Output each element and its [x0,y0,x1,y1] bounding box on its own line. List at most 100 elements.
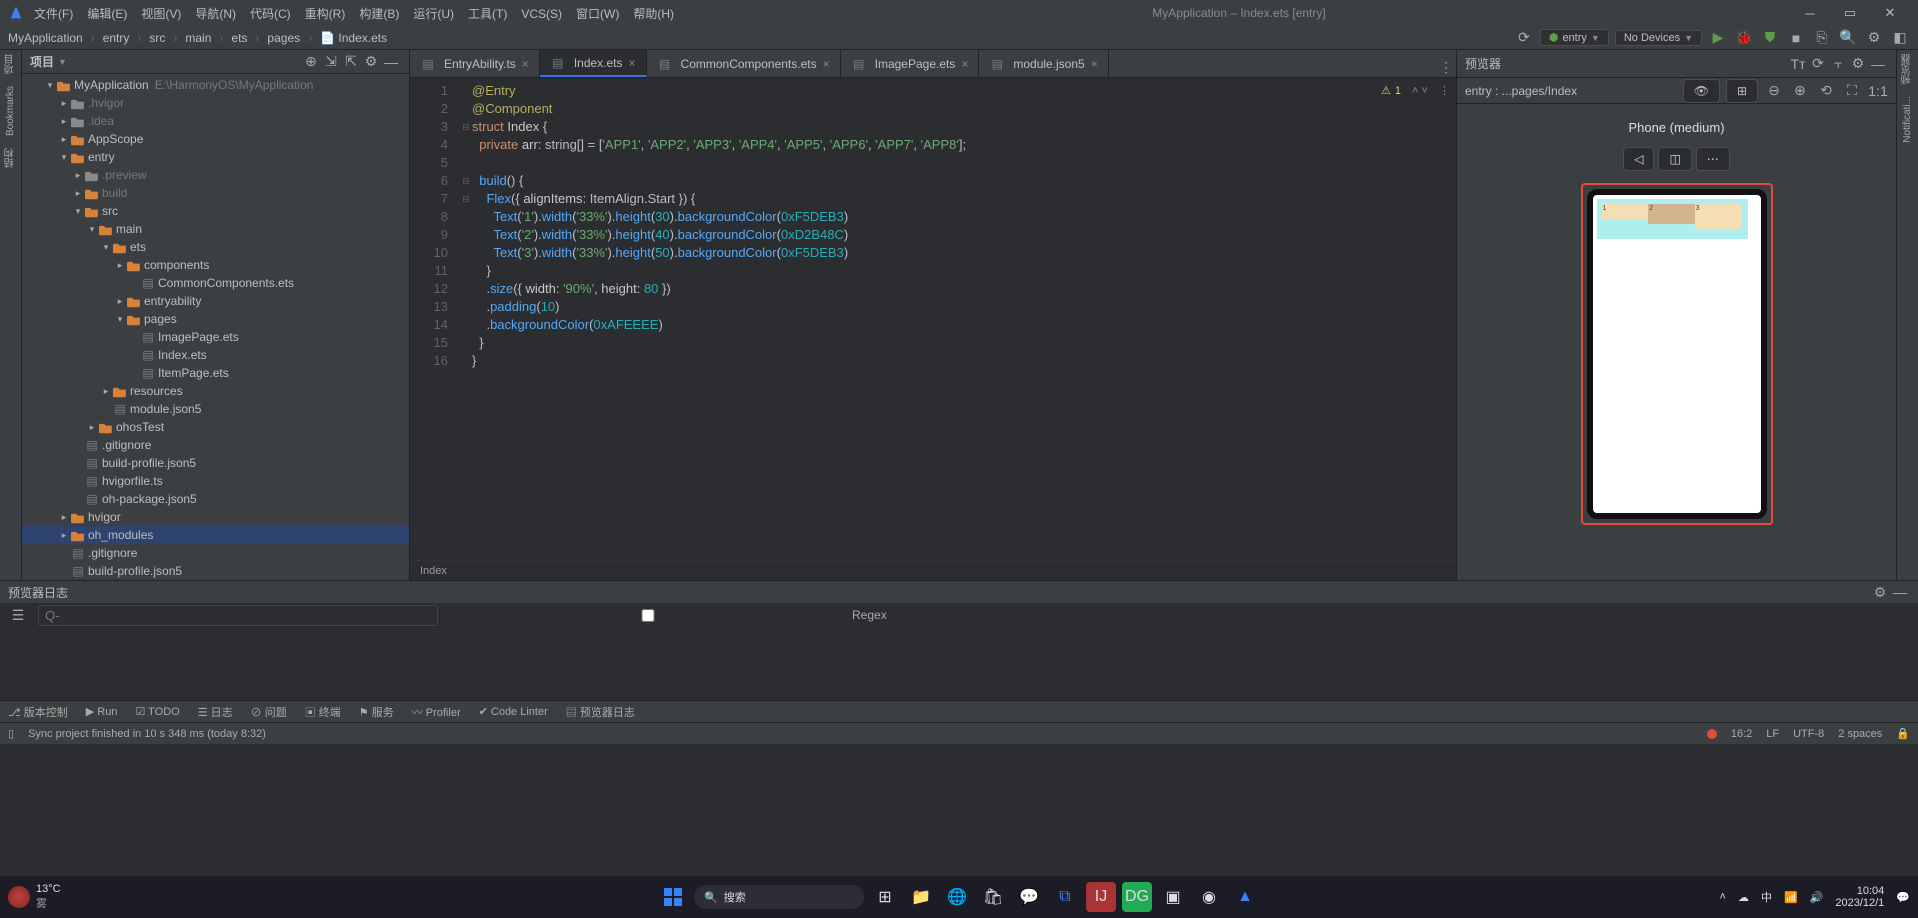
tray-expand-icon[interactable]: ˄ [1720,891,1726,903]
encoding[interactable]: UTF-8 [1793,728,1824,740]
stop-button[interactable]: ■ [1786,28,1806,48]
tree-row-pages[interactable]: ▾pages [22,310,409,328]
prev-settings-icon[interactable]: ⚙ [1848,54,1868,74]
tree-row-oh-package.json5[interactable]: ▤oh-package.json5 [22,490,409,508]
cursor-position[interactable]: 16:2 [1731,728,1752,740]
structure-tool-tab[interactable]: 结构 [3,148,18,168]
close-tab-icon[interactable]: × [522,57,529,71]
tree-row-entry[interactable]: ▾entry [22,148,409,166]
tab-CommonComponents.ets[interactable]: ▤CommonComponents.ets× [647,50,841,77]
tab-module.json5[interactable]: ▤module.json5× [979,50,1108,77]
hide-previewer-icon[interactable]: — [1868,54,1888,74]
menu-编辑(E)[interactable]: 编辑(E) [87,7,127,21]
close-tab-icon[interactable]: × [823,57,830,71]
tree-row-src[interactable]: ▾src [22,202,409,220]
breadcrumb-item[interactable]: main [185,31,211,45]
indent[interactable]: 2 spaces [1838,728,1882,740]
code-content[interactable]: @Entry@Componentstruct Index { private a… [472,78,966,560]
terminal-icon[interactable]: ▣ [1158,882,1188,912]
tree-row-build[interactable]: ▸build [22,184,409,202]
bottom-tab-TODO[interactable]: ☑ TODO [135,705,179,718]
menu-构建(B)[interactable]: 构建(B) [359,7,399,21]
tree-row-AppScope[interactable]: ▸AppScope [22,130,409,148]
zoom-out-icon[interactable]: ⊖ [1764,81,1784,101]
project-tree[interactable]: ▾MyApplicationE:\HarmonyOS\MyApplication… [22,74,409,580]
taskbar-search[interactable]: 🔍 搜索 [694,885,864,909]
coverage-button[interactable]: ⛊ [1760,28,1780,48]
tree-row-ItemPage.ets[interactable]: ▤ItemPage.ets [22,364,409,382]
breadcrumb-item[interactable]: MyApplication [8,31,83,45]
minimize-button[interactable]: ─ [1790,0,1830,26]
breadcrumb-item[interactable]: entry [103,31,130,45]
log-output[interactable] [0,627,1918,700]
hide-log-icon[interactable]: — [1890,582,1910,602]
readonly-icon[interactable]: 🔒 [1896,727,1910,740]
previewer-tool-tab[interactable]: 预览器 [1900,54,1915,84]
tree-row-entryability[interactable]: ▸entryability [22,292,409,310]
rotate-icon[interactable]: ⟲ [1816,81,1836,101]
teams-icon[interactable]: 💬 [1014,882,1044,912]
device-dropdown[interactable]: No Devices▼ [1615,30,1702,46]
bottom-tab-版本控制[interactable]: ⎇ 版本控制 [8,704,68,720]
wifi-icon[interactable]: 📶 [1784,891,1798,904]
sync-icon[interactable]: ⟳ [1514,28,1534,48]
bottom-tab-Code Linter[interactable]: ✔ Code Linter [479,705,548,718]
bottom-tab-终端[interactable]: ▣ 终端 [305,704,341,720]
tree-row-oh_modules[interactable]: ▸oh_modules [22,526,409,544]
log-settings-icon[interactable]: ⚙ [1870,582,1890,602]
tree-row-hvigorfile.ts[interactable]: ▤hvigorfile.ts [22,472,409,490]
line-ending[interactable]: LF [1766,728,1779,740]
tree-row-module.json5[interactable]: ▤module.json5 [22,400,409,418]
fullscreen-icon[interactable]: ⛶ [1842,81,1862,101]
filter-icon[interactable]: ⫟ [1828,54,1848,74]
tree-row-build-profile.json5[interactable]: ▤build-profile.json5 [22,454,409,472]
task-view-icon[interactable]: ⊞ [870,882,900,912]
grid-icon[interactable]: ⊞ [1726,79,1758,103]
weather-widget[interactable]: 13°C雾 [8,883,61,911]
menu-导航(N)[interactable]: 导航(N) [195,7,236,21]
menu-工具(T)[interactable]: 工具(T) [468,7,507,21]
refresh-icon[interactable]: ⟳ [1808,54,1828,74]
ime-indicator[interactable]: 中 [1761,889,1772,905]
tree-row-.idea[interactable]: ▸.idea [22,112,409,130]
datagrip-icon[interactable]: DG [1122,882,1152,912]
bottom-tab-问题[interactable]: ⊘ 问题 [251,704,287,720]
store-icon[interactable]: 🛍 [978,882,1008,912]
volume-icon[interactable]: 🔊 [1810,891,1824,904]
inspection-widget[interactable]: ⚠ 1 ˄ ˅ ⋮ [1381,82,1450,100]
fold-gutter[interactable]: ⊟ ⊟⊟ [460,78,472,560]
maximize-button[interactable]: ▭ [1830,0,1870,26]
settings-icon[interactable]: ⚙ [1864,28,1884,48]
run-config-dropdown[interactable]: ⬢entry▼ [1540,29,1609,46]
chrome-icon[interactable]: ◉ [1194,882,1224,912]
menu-视图(V)[interactable]: 视图(V) [141,7,181,21]
tree-row-.preview[interactable]: ▸.preview [22,166,409,184]
bottom-tab-服务[interactable]: ⚑ 服务 [359,704,394,720]
close-tab-icon[interactable]: × [961,57,968,71]
hide-panel-icon[interactable]: — [381,52,401,72]
tab-Index.ets[interactable]: ▤Index.ets× [540,50,647,77]
tree-row-ImagePage.ets[interactable]: ▤ImagePage.ets [22,328,409,346]
tree-row-MyApplication[interactable]: ▾MyApplicationE:\HarmonyOS\MyApplication [22,76,409,94]
panel-settings-icon[interactable]: ⚙ [361,52,381,72]
menu-帮助(H)[interactable]: 帮助(H) [633,7,674,21]
tree-row-.gitignore[interactable]: ▤.gitignore [22,436,409,454]
collapse-all-icon[interactable]: ⇱ [341,52,361,72]
tab-ImagePage.ets[interactable]: ▤ImagePage.ets× [841,50,980,77]
notification-center-icon[interactable]: 💬 [1896,891,1910,904]
deveco-icon[interactable]: ▲ [1230,882,1260,912]
editor-breadcrumb[interactable]: Index [410,560,1456,580]
project-tool-tab[interactable]: 项目 [3,54,18,74]
menu-VCS(S)[interactable]: VCS(S) [521,7,562,21]
menu-重构(R)[interactable]: 重构(R) [305,7,346,21]
run-button[interactable]: ▶ [1708,28,1728,48]
tree-row-build-profile.json5[interactable]: ▤build-profile.json5 [22,562,409,580]
start-button[interactable] [658,882,688,912]
onedrive-icon[interactable]: ☁ [1738,891,1749,904]
zoom-in-icon[interactable]: ⊕ [1790,81,1810,101]
menu-运行(U)[interactable]: 运行(U) [413,7,454,21]
idea-icon[interactable]: IJ [1086,882,1116,912]
tree-row-hvigor[interactable]: ▸hvigor [22,508,409,526]
menu-窗口(W)[interactable]: 窗口(W) [576,7,619,21]
tree-row-.hvigor[interactable]: ▸.hvigor [22,94,409,112]
